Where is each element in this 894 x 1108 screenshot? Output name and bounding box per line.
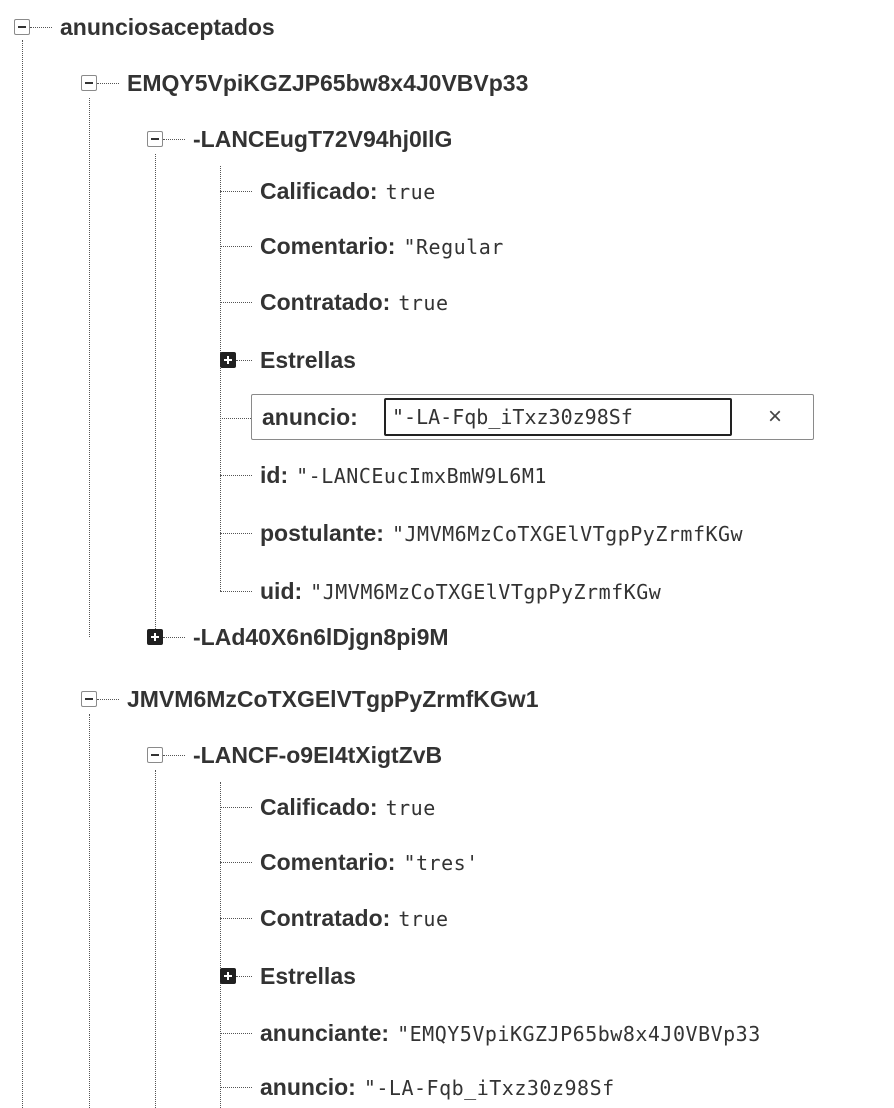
tree-connector bbox=[236, 360, 252, 361]
field-key: anuncio: bbox=[262, 404, 358, 430]
tree-connector bbox=[97, 699, 119, 700]
tree-node-user: EMQY5VpiKGZJP65bw8x4J0VBVp33 bbox=[127, 67, 528, 99]
field-row-anunciante: anunciante: "EMQY5VpiKGZJP65bw8x4J0VBVp33 bbox=[260, 1017, 761, 1049]
field-key[interactable]: anuncio: bbox=[260, 1074, 356, 1100]
field-row-postulante: postulante: "JMVM6MzCoTXGElVTgpPyZrmfKGw bbox=[260, 517, 743, 549]
node-key[interactable]: -LAd40X6n6lDjgn8pi9M bbox=[193, 624, 449, 650]
field-key[interactable]: id: bbox=[260, 462, 288, 488]
field-key[interactable]: Comentario: bbox=[260, 233, 395, 259]
node-key[interactable]: Estrellas bbox=[260, 347, 356, 373]
tree-connector bbox=[236, 976, 252, 977]
field-value[interactable]: "JMVM6MzCoTXGElVTgpPyZrmfKGw bbox=[310, 580, 661, 604]
tree-connector bbox=[155, 154, 156, 637]
field-key[interactable]: Comentario: bbox=[260, 849, 395, 875]
node-key[interactable]: -LANCF-o9EI4tXigtZvB bbox=[193, 742, 442, 768]
field-row-id: id: "-LANCEucImxBmW9L6M1 bbox=[260, 459, 547, 491]
field-row-calificado: Calificado: true bbox=[260, 791, 436, 823]
field-row-anuncio: anuncio: "-LA-Fqb_iTxz30z98Sf bbox=[260, 1071, 615, 1103]
field-key[interactable]: postulante: bbox=[260, 520, 384, 546]
tree-connector bbox=[220, 862, 252, 863]
tree-connector bbox=[220, 246, 252, 247]
collapse-icon[interactable] bbox=[147, 131, 163, 147]
field-row-comentario: Comentario: "tres' bbox=[260, 846, 479, 878]
tree-node-item: -LANCF-o9EI4tXigtZvB bbox=[193, 739, 442, 771]
tree-connector bbox=[220, 807, 252, 808]
field-key[interactable]: Calificado: bbox=[260, 794, 378, 820]
node-key[interactable]: EMQY5VpiKGZJP65bw8x4J0VBVp33 bbox=[127, 70, 528, 96]
tree-connector bbox=[30, 27, 52, 28]
tree-connector bbox=[97, 83, 119, 84]
tree-node-item: -LANCEugT72V94hj0IlG bbox=[193, 123, 452, 155]
tree-connector bbox=[220, 1033, 252, 1034]
node-key[interactable]: -LANCEugT72V94hj0IlG bbox=[193, 126, 452, 152]
tree-connector bbox=[22, 40, 23, 1108]
field-row-calificado: Calificado: true bbox=[260, 175, 436, 207]
field-value[interactable]: "EMQY5VpiKGZJP65bw8x4J0VBVp33 bbox=[397, 1022, 761, 1046]
tree-connector bbox=[220, 1087, 252, 1088]
collapse-icon[interactable] bbox=[14, 19, 30, 35]
tree-connector bbox=[220, 166, 221, 591]
field-row-uid: uid: "JMVM6MzCoTXGElVTgpPyZrmfKGw bbox=[260, 575, 661, 607]
expand-icon[interactable] bbox=[220, 968, 236, 984]
collapse-icon[interactable] bbox=[81, 75, 97, 91]
field-row-contratado: Contratado: true bbox=[260, 902, 449, 934]
tree-node-estrellas: Estrellas bbox=[260, 344, 356, 376]
tree-connector bbox=[220, 918, 252, 919]
field-value[interactable]: true bbox=[398, 291, 448, 315]
field-key[interactable]: uid: bbox=[260, 578, 302, 604]
node-key[interactable]: Estrellas bbox=[260, 963, 356, 989]
tree-connector bbox=[89, 98, 90, 637]
field-row-contratado: Contratado: true bbox=[260, 286, 449, 318]
tree-connector bbox=[163, 755, 185, 756]
expand-icon[interactable] bbox=[220, 352, 236, 368]
expand-icon[interactable] bbox=[147, 629, 163, 645]
tree-connector bbox=[163, 637, 185, 638]
tree-connector bbox=[163, 139, 185, 140]
collapse-icon[interactable] bbox=[81, 691, 97, 707]
field-key[interactable]: Contratado: bbox=[260, 905, 390, 931]
field-value[interactable]: "-LANCEucImxBmW9L6M1 bbox=[296, 464, 547, 488]
field-key[interactable]: anunciante: bbox=[260, 1020, 389, 1046]
node-key[interactable]: JMVM6MzCoTXGElVTgpPyZrmfKGw1 bbox=[127, 686, 538, 712]
field-key[interactable]: Calificado: bbox=[260, 178, 378, 204]
tree-connector bbox=[220, 475, 252, 476]
tree-connector bbox=[220, 191, 252, 192]
tree-connector bbox=[220, 782, 221, 1108]
field-row-comentario: Comentario: "Regular bbox=[260, 230, 504, 262]
tree-connector bbox=[89, 714, 90, 1108]
tree-node-item: -LAd40X6n6lDjgn8pi9M bbox=[193, 621, 449, 653]
field-value[interactable]: "tres' bbox=[403, 851, 478, 875]
field-key[interactable]: Contratado: bbox=[260, 289, 390, 315]
tree-node-user: JMVM6MzCoTXGElVTgpPyZrmfKGw1 bbox=[127, 683, 538, 715]
field-value[interactable]: "-LA-Fqb_iTxz30z98Sf bbox=[364, 1076, 615, 1100]
field-value[interactable]: true bbox=[398, 907, 448, 931]
tree-node-estrellas: Estrellas bbox=[260, 960, 356, 992]
tree-connector bbox=[220, 591, 252, 592]
field-value[interactable]: "Regular bbox=[403, 235, 503, 259]
field-value[interactable]: true bbox=[386, 796, 436, 820]
field-value-input[interactable] bbox=[384, 398, 732, 436]
tree-connector bbox=[220, 533, 252, 534]
field-value[interactable]: "JMVM6MzCoTXGElVTgpPyZrmfKGw bbox=[392, 522, 743, 546]
field-value[interactable]: true bbox=[386, 180, 436, 204]
tree-node-anunciosaceptados: anunciosaceptados bbox=[60, 11, 275, 43]
tree-connector bbox=[220, 302, 252, 303]
collapse-icon[interactable] bbox=[147, 747, 163, 763]
database-tree: anunciosaceptados EMQY5VpiKGZJP65bw8x4J0… bbox=[0, 0, 894, 1108]
tree-connector bbox=[220, 418, 251, 419]
field-edit-row: anuncio: × bbox=[251, 394, 814, 440]
close-icon[interactable]: × bbox=[757, 395, 793, 439]
tree-connector bbox=[155, 770, 156, 1108]
node-key[interactable]: anunciosaceptados bbox=[60, 14, 275, 40]
